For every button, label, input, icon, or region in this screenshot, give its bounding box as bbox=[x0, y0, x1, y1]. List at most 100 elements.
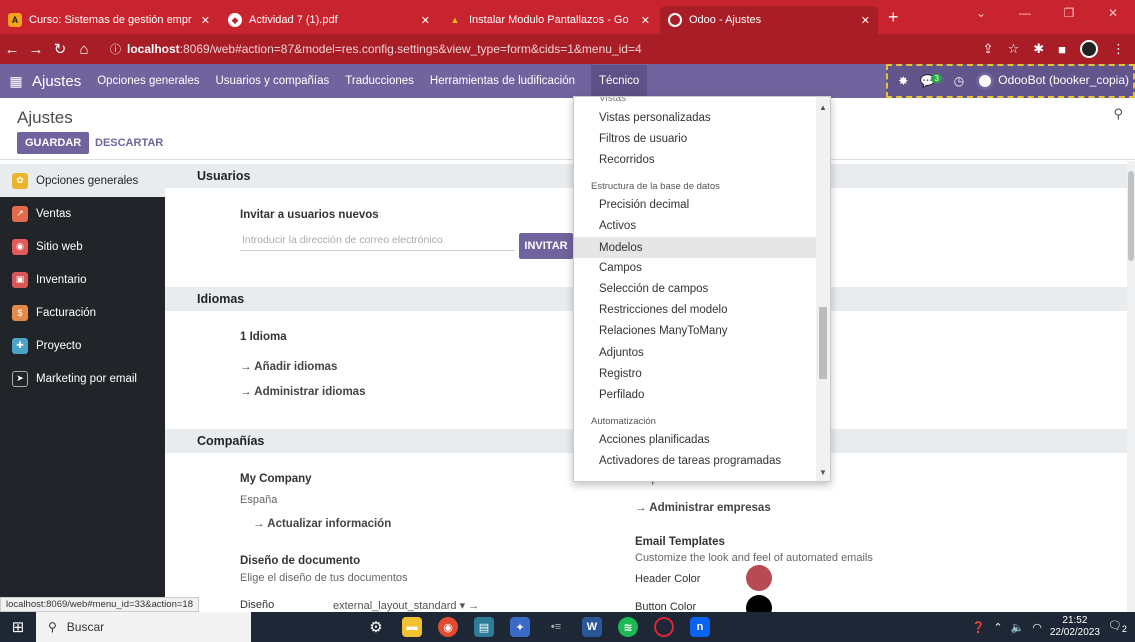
sidebar-item-marketing-email[interactable]: ➤ Marketing por email bbox=[0, 362, 165, 395]
chat-badge: 3 bbox=[931, 74, 942, 83]
volume-icon[interactable]: 🔈 bbox=[1011, 621, 1025, 634]
update-info-link[interactable]: → Actualizar información bbox=[253, 518, 391, 530]
word-icon[interactable]: W bbox=[582, 617, 602, 637]
main-scrollbar[interactable] bbox=[1127, 161, 1135, 612]
tab-search-icon[interactable]: ⌄ bbox=[959, 6, 1003, 20]
dropdown-item-relaciones-manytomany[interactable]: Relaciones ManyToMany bbox=[599, 325, 727, 337]
paper-plane-icon: ➤ bbox=[12, 370, 28, 387]
n-app-icon[interactable]: n bbox=[690, 617, 710, 637]
manage-companies-link[interactable]: → Administrar empresas bbox=[635, 502, 771, 514]
close-tab-icon[interactable]: ✕ bbox=[421, 14, 430, 27]
chat-icon[interactable]: 💬3 bbox=[920, 74, 942, 88]
scrollbar-thumb[interactable] bbox=[1128, 171, 1134, 261]
close-window-icon[interactable]: ✕ bbox=[1091, 6, 1135, 20]
sidepanel-icon[interactable]: ■ bbox=[1058, 42, 1066, 57]
python-icon[interactable]: ✦ bbox=[510, 617, 530, 637]
help-icon[interactable]: ❓ bbox=[972, 621, 986, 634]
sidebar-item-facturacion[interactable]: $ Facturación bbox=[0, 296, 165, 329]
bookmark-star-icon[interactable]: ☆ bbox=[1008, 41, 1020, 57]
browser-tab-odoo[interactable]: Odoo - Ajustes ✕ bbox=[660, 6, 878, 34]
new-tab-button[interactable]: + bbox=[888, 7, 899, 28]
dropdown-item-acciones-planificadas[interactable]: Acciones planificadas bbox=[599, 434, 710, 446]
menu-herramientas-ludificacion[interactable]: Herramientas de ludificación bbox=[430, 75, 575, 87]
chrome-icon[interactable]: ◉ bbox=[438, 617, 458, 637]
menu-tecnico[interactable]: Técnico bbox=[591, 65, 648, 97]
tray-chevron-icon[interactable]: ⌃ bbox=[993, 621, 1002, 634]
debug-bug-icon[interactable]: ✸ bbox=[898, 74, 908, 88]
menu-usuarios-companias[interactable]: Usuarios y compañías bbox=[216, 75, 330, 87]
notification-icon[interactable]: 🗨2 bbox=[1108, 619, 1127, 634]
invite-button[interactable]: INVITAR bbox=[519, 233, 573, 259]
scroll-down-icon[interactable]: ▼ bbox=[819, 468, 827, 477]
apps-grid-icon[interactable]: ▦ bbox=[0, 64, 32, 98]
scroll-up-icon[interactable]: ▲ bbox=[819, 103, 827, 112]
header-color-swatch[interactable] bbox=[746, 565, 772, 591]
home-icon[interactable]: ⌂ bbox=[72, 41, 96, 58]
dropdown-scrollbar-thumb[interactable] bbox=[819, 307, 827, 379]
browser-menu-icon[interactable]: ⋮ bbox=[1112, 41, 1125, 57]
settings-gear-icon[interactable]: ⚙ bbox=[366, 617, 386, 637]
menu-opciones-generales[interactable]: Opciones generales bbox=[97, 75, 199, 87]
browser-tab-moodle[interactable]: A Curso: Sistemas de gestión empr ✕ bbox=[0, 6, 218, 34]
dropdown-item-registro[interactable]: Registro bbox=[599, 368, 642, 380]
dropdown-item-filtros-usuario[interactable]: Filtros de usuario bbox=[599, 133, 687, 145]
wifi-icon[interactable]: ◠ bbox=[1032, 621, 1042, 634]
media-icon[interactable]: •≡ bbox=[546, 617, 566, 637]
app-brand[interactable]: Ajustes bbox=[32, 73, 81, 90]
save-button[interactable]: GUARDAR bbox=[17, 132, 90, 154]
dropdown-item-campos[interactable]: Campos bbox=[599, 262, 642, 274]
minimize-icon[interactable]: — bbox=[1003, 6, 1047, 20]
invite-email-input[interactable]: Introducir la dirección de correo electr… bbox=[240, 229, 515, 251]
close-tab-icon[interactable]: ✕ bbox=[861, 14, 870, 27]
manage-languages-link[interactable]: → Administrar idiomas bbox=[240, 386, 365, 398]
dropdown-item-modelos[interactable]: Modelos bbox=[574, 237, 816, 258]
profile-avatar[interactable] bbox=[1080, 40, 1098, 58]
file-explorer-icon[interactable]: ▬ bbox=[402, 617, 422, 637]
maximize-icon[interactable]: ❐ bbox=[1047, 6, 1091, 20]
dropdown-item-precision-decimal[interactable]: Precisión decimal bbox=[599, 199, 689, 211]
browser-tab-pdf[interactable]: ◆ Actividad 7 (1).pdf ✕ bbox=[220, 6, 438, 34]
dropdown-item-adjuntos[interactable]: Adjuntos bbox=[599, 347, 644, 359]
close-tab-icon[interactable]: ✕ bbox=[641, 14, 650, 27]
sidebar-item-proyecto[interactable]: ✚ Proyecto bbox=[0, 329, 165, 362]
sidebar-item-opciones-generales[interactable]: ✿ Opciones generales bbox=[0, 164, 165, 197]
site-info-icon[interactable]: ⓘ bbox=[110, 41, 121, 57]
share-icon[interactable]: ⇪ bbox=[983, 41, 994, 57]
user-menu[interactable]: OdooBot (booker_copia) bbox=[976, 72, 1129, 90]
reload-icon[interactable]: ↻ bbox=[48, 40, 72, 58]
dropdown-header-automatizacion: Automatización bbox=[591, 416, 656, 427]
dropdown-item-activos[interactable]: Activos bbox=[599, 220, 636, 232]
button-color-swatch[interactable] bbox=[746, 595, 772, 612]
opera-icon[interactable] bbox=[654, 617, 674, 637]
url-field[interactable]: ⓘ localhost:8069/web#action=87&model=res… bbox=[104, 37, 975, 61]
back-icon[interactable]: ← bbox=[0, 41, 24, 58]
activity-clock-icon[interactable]: ◷ bbox=[954, 74, 964, 88]
dropdown-scrollbar[interactable]: ▲ ▼ bbox=[816, 97, 830, 481]
windows-start-icon[interactable]: ⊞ bbox=[0, 618, 36, 636]
sidebar-item-sitio-web[interactable]: ◉ Sitio web bbox=[0, 230, 165, 263]
taskbar-clock[interactable]: 21:52 22/02/2023 bbox=[1050, 615, 1100, 639]
dropdown-item-restricciones-modelo[interactable]: Restricciones del modelo bbox=[599, 304, 727, 316]
search-icon[interactable]: ⚲ bbox=[1113, 106, 1123, 122]
add-languages-link[interactable]: → Añadir idiomas bbox=[240, 361, 337, 373]
taskbar-apps: ⚙ ▬ ◉ ▤ ✦ •≡ W ≋ n bbox=[366, 617, 710, 637]
taskbar-search[interactable]: ⚲ Buscar bbox=[36, 612, 251, 642]
discard-button[interactable]: DESCARTAR bbox=[95, 132, 163, 154]
dropdown-item-recorridos[interactable]: Recorridos bbox=[599, 154, 655, 166]
spotify-icon[interactable]: ≋ bbox=[618, 617, 638, 637]
extensions-icon[interactable]: ✱ bbox=[1033, 41, 1044, 57]
dropdown-item-vistas-personalizadas[interactable]: Vistas personalizadas bbox=[599, 112, 711, 124]
forward-icon[interactable]: → bbox=[24, 41, 48, 58]
systray: ✸ 💬3 ◷ OdooBot (booker_copia) bbox=[886, 64, 1135, 98]
menu-traducciones[interactable]: Traducciones bbox=[345, 75, 414, 87]
dropdown-item-activadores-tareas[interactable]: Activadores de tareas programadas bbox=[599, 455, 781, 467]
dropdown-item-seleccion-campos[interactable]: Selección de campos bbox=[599, 283, 708, 295]
browser-tab-drive[interactable]: ▲ Instalar Modulo Pantallazos - Go ✕ bbox=[440, 6, 658, 34]
layout-select[interactable]: external_layout_standard ▾ → bbox=[333, 599, 479, 612]
sidebar-item-ventas[interactable]: ↗ Ventas bbox=[0, 197, 165, 230]
sidebar-item-inventario[interactable]: ▣ Inventario bbox=[0, 263, 165, 296]
dropdown-item-perfilado[interactable]: Perfilado bbox=[599, 389, 644, 401]
calculator-icon[interactable]: ▤ bbox=[474, 617, 494, 637]
close-tab-icon[interactable]: ✕ bbox=[201, 14, 210, 27]
dropdown-item-vistas[interactable]: Vistas bbox=[599, 97, 626, 104]
